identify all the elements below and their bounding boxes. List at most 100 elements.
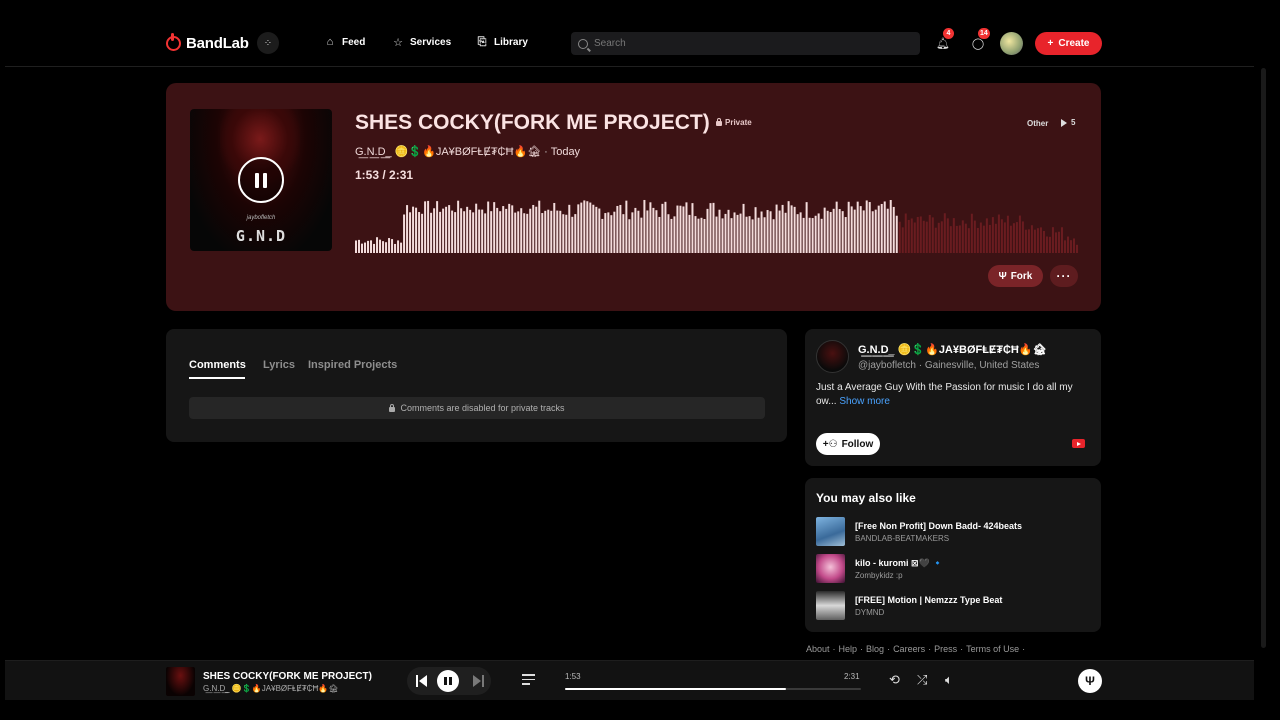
apps-grid-button[interactable]: ⁘ bbox=[257, 32, 279, 54]
footer-link-careers[interactable]: Careers bbox=[893, 644, 925, 654]
waveform-bar bbox=[1042, 230, 1045, 253]
messages-badge: 14 bbox=[978, 28, 990, 39]
footer-link-blog[interactable]: Blog bbox=[866, 644, 884, 654]
waveform-bar bbox=[814, 215, 817, 253]
waveform-bar bbox=[475, 203, 478, 253]
more-options-button[interactable]: ··· bbox=[1050, 265, 1078, 287]
player-fork-button[interactable]: Ψ bbox=[1078, 669, 1102, 693]
waveform-bar bbox=[802, 217, 805, 253]
user-avatar[interactable] bbox=[1000, 32, 1023, 55]
artist-name[interactable]: G͟.N͟.D͟_ 🪙💲🔥JA¥BØFⱠɆ₮₵Ħ🔥🏚 bbox=[355, 146, 541, 158]
artist-profile-card: G͟.N͟.D͟_ 🪙💲🔥JA¥BØFⱠɆ₮₵Ħ🔥🏚 @jaybofletch … bbox=[805, 329, 1101, 466]
waveform-bar bbox=[700, 217, 703, 253]
waveform-bar bbox=[1024, 229, 1027, 253]
footer-link-press[interactable]: Press bbox=[934, 644, 957, 654]
nav-services[interactable]: ☆ Services bbox=[392, 36, 451, 49]
waveform-bar bbox=[721, 218, 724, 253]
footer-link-help[interactable]: Help bbox=[839, 644, 858, 654]
player-artist[interactable]: G͟.N͟.D͟_ 🪙💲🔥JA¥BØFⱠɆ₮₵Ħ🔥🏚 bbox=[203, 684, 338, 693]
artist-display-name[interactable]: G͟.N͟.D͟_ 🪙💲🔥JA¥BØFⱠɆ₮₵Ħ🔥🏚 bbox=[858, 343, 1047, 356]
waveform-bar bbox=[451, 210, 454, 253]
search-input[interactable] bbox=[594, 38, 894, 49]
fork-button[interactable]: Ψ Fork bbox=[988, 265, 1043, 287]
waveform-bar bbox=[448, 205, 451, 253]
waveform-bar bbox=[532, 204, 535, 253]
waveform-bar bbox=[799, 212, 802, 253]
waveform-bar bbox=[538, 200, 541, 253]
waveform-bar bbox=[526, 213, 529, 253]
waveform-bar bbox=[535, 206, 538, 253]
waveform-bar bbox=[730, 218, 733, 253]
waveform-bar bbox=[379, 239, 382, 253]
tab-lyrics[interactable]: Lyrics bbox=[263, 359, 295, 371]
waveform-bar bbox=[727, 209, 730, 253]
scrollbar-thumb[interactable] bbox=[1261, 68, 1266, 648]
queue-icon[interactable] bbox=[522, 674, 535, 686]
fork-icon: Ψ bbox=[998, 270, 1007, 282]
track-cover-art[interactable]: jaybofletch G.N.D bbox=[190, 109, 332, 251]
waveform-bar bbox=[715, 216, 718, 253]
previous-icon[interactable] bbox=[416, 675, 428, 687]
tab-comments[interactable]: Comments bbox=[189, 359, 246, 371]
list-item[interactable]: [FREE] Motion | Nemzzz Type Beat DYMND bbox=[816, 591, 1086, 621]
waveform-bar bbox=[1054, 232, 1057, 253]
nav-feed[interactable]: ⌂ Feed bbox=[324, 36, 366, 48]
artist-handle-line: @jaybofletch · Gainesville, United State… bbox=[858, 360, 1039, 371]
waveform-bar bbox=[919, 216, 922, 253]
waveform-bar bbox=[478, 209, 481, 253]
waveform-bar bbox=[784, 212, 787, 253]
scrollbar-track[interactable] bbox=[1256, 0, 1280, 720]
search-bar[interactable] bbox=[571, 32, 920, 55]
player-track-title[interactable]: SHES COCKY(FORK ME PROJECT) bbox=[203, 671, 372, 682]
show-more-link[interactable]: Show more bbox=[839, 396, 890, 407]
bandlab-logo[interactable]: BandLab bbox=[166, 32, 249, 52]
waveform-bar bbox=[967, 228, 970, 253]
waveform-bar bbox=[604, 213, 607, 253]
follow-button[interactable]: +⚇ Follow bbox=[816, 433, 880, 455]
tab-inspired-projects[interactable]: Inspired Projects bbox=[308, 359, 397, 371]
waveform-bar bbox=[913, 222, 916, 253]
active-tab-indicator bbox=[189, 377, 245, 379]
nav-library[interactable]: ⎘ Library bbox=[476, 36, 528, 49]
next-icon[interactable] bbox=[472, 675, 484, 687]
playback-controls bbox=[407, 667, 491, 695]
notifications-button[interactable]: 🔔︎ 4 bbox=[936, 28, 954, 50]
waveform-bar bbox=[982, 225, 985, 253]
waveform-bar bbox=[937, 222, 940, 253]
volume-icon[interactable]: 🔈︎ bbox=[945, 673, 953, 687]
waveform-bar bbox=[361, 243, 364, 253]
waveform[interactable] bbox=[355, 183, 1079, 253]
youtube-icon[interactable] bbox=[1072, 439, 1085, 448]
waveform-bar bbox=[910, 218, 913, 253]
waveform-bar bbox=[835, 201, 838, 253]
pause-icon bbox=[255, 172, 267, 188]
repeat-icon[interactable]: ⟲ bbox=[889, 673, 900, 687]
waveform-bar bbox=[610, 215, 613, 253]
create-button[interactable]: + Create bbox=[1035, 32, 1102, 55]
waveform-bar bbox=[568, 204, 571, 253]
waveform-bar bbox=[355, 240, 357, 253]
waveform-bar bbox=[697, 218, 700, 253]
waveform-bar bbox=[997, 214, 1000, 253]
waveform-bar bbox=[1027, 229, 1030, 253]
rec-track-title: kilo - kuromi ⊠🖤 🔹 bbox=[855, 558, 944, 568]
footer-link-about[interactable]: About bbox=[806, 644, 830, 654]
time-separator: / bbox=[379, 168, 390, 182]
waveform-bar bbox=[1012, 223, 1015, 253]
messages-button[interactable]: ◯ 14 bbox=[971, 28, 990, 50]
waveform-bar bbox=[433, 208, 436, 253]
artist-avatar[interactable] bbox=[816, 340, 849, 373]
list-item[interactable]: kilo - kuromi ⊠🖤 🔹 Zombykidz :p bbox=[816, 554, 1086, 584]
progress-bar[interactable] bbox=[565, 688, 861, 690]
shuffle-icon[interactable]: ⤮ bbox=[917, 673, 927, 687]
player-pause-button[interactable] bbox=[437, 670, 459, 692]
waveform-bar bbox=[463, 211, 466, 253]
waveform-bar bbox=[742, 203, 745, 253]
list-item[interactable]: [Free Non Profit] Down Badd- 424beats BA… bbox=[816, 517, 1086, 547]
waveform-bar bbox=[826, 210, 829, 253]
play-pause-button[interactable] bbox=[238, 157, 284, 203]
genre-tag[interactable]: Other bbox=[1027, 119, 1048, 128]
waveform-bar bbox=[847, 201, 850, 253]
footer-link-terms[interactable]: Terms of Use bbox=[966, 644, 1019, 654]
player-thumbnail[interactable] bbox=[166, 667, 195, 696]
